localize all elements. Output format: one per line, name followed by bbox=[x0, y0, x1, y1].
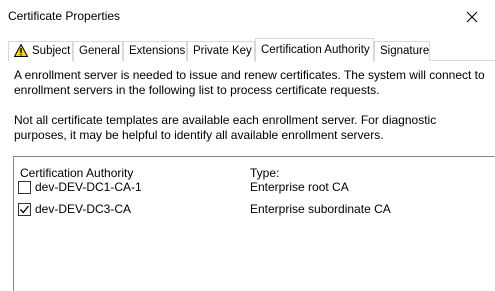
tab-strip: Subject General Extensions Private Key C… bbox=[0, 38, 495, 62]
close-button[interactable] bbox=[449, 0, 495, 34]
close-icon bbox=[466, 11, 478, 23]
list-item[interactable]: dev-DEV-DC1-CA-1 Enterprise root CA bbox=[14, 179, 494, 197]
description-paragraph-2: Not all certificate templates are availa… bbox=[14, 113, 437, 142]
title-bar: Certificate Properties bbox=[0, 0, 495, 34]
tab-extensions-label: Extensions bbox=[129, 45, 186, 57]
tab-certification-authority[interactable]: Certification Authority bbox=[255, 38, 374, 62]
tab-subject[interactable]: Subject bbox=[8, 41, 73, 61]
certificate-properties-dialog: Certificate Properties Subject General E… bbox=[0, 0, 495, 291]
checkmark-icon bbox=[20, 205, 30, 214]
tab-private-key-label: Private Key bbox=[193, 45, 252, 57]
column-header-ca: Certification Authority bbox=[20, 166, 134, 180]
ca-type: Enterprise subordinate CA bbox=[250, 202, 391, 216]
ca-name: dev-DEV-DC3-CA bbox=[35, 202, 132, 216]
ca-list[interactable]: Certification Authority Type: dev-DEV-DC… bbox=[13, 156, 495, 291]
list-item[interactable]: dev-DEV-DC3-CA Enterprise subordinate CA bbox=[14, 201, 494, 219]
tab-general[interactable]: General bbox=[73, 41, 123, 61]
tab-private-key[interactable]: Private Key bbox=[187, 41, 255, 61]
dialog-title: Certificate Properties bbox=[8, 9, 121, 23]
tab-signature[interactable]: Signature bbox=[374, 41, 430, 61]
warning-icon bbox=[13, 43, 29, 63]
column-header-type: Type: bbox=[250, 166, 280, 180]
ca-name: dev-DEV-DC1-CA-1 bbox=[35, 180, 142, 194]
tab-subject-label: Subject bbox=[32, 45, 71, 57]
tab-content-panel: A enrollment server is needed to issue a… bbox=[8, 62, 495, 291]
ca-checkbox[interactable] bbox=[18, 181, 31, 194]
tab-general-label: General bbox=[79, 45, 120, 57]
tab-certification-authority-label: Certification Authority bbox=[261, 44, 370, 56]
ca-type: Enterprise root CA bbox=[250, 180, 349, 194]
tab-signature-label: Signature bbox=[380, 45, 430, 57]
ca-checkbox[interactable] bbox=[18, 203, 31, 216]
description-paragraph-1: A enrollment server is needed to issue a… bbox=[14, 68, 485, 97]
tab-extensions[interactable]: Extensions bbox=[123, 41, 187, 61]
